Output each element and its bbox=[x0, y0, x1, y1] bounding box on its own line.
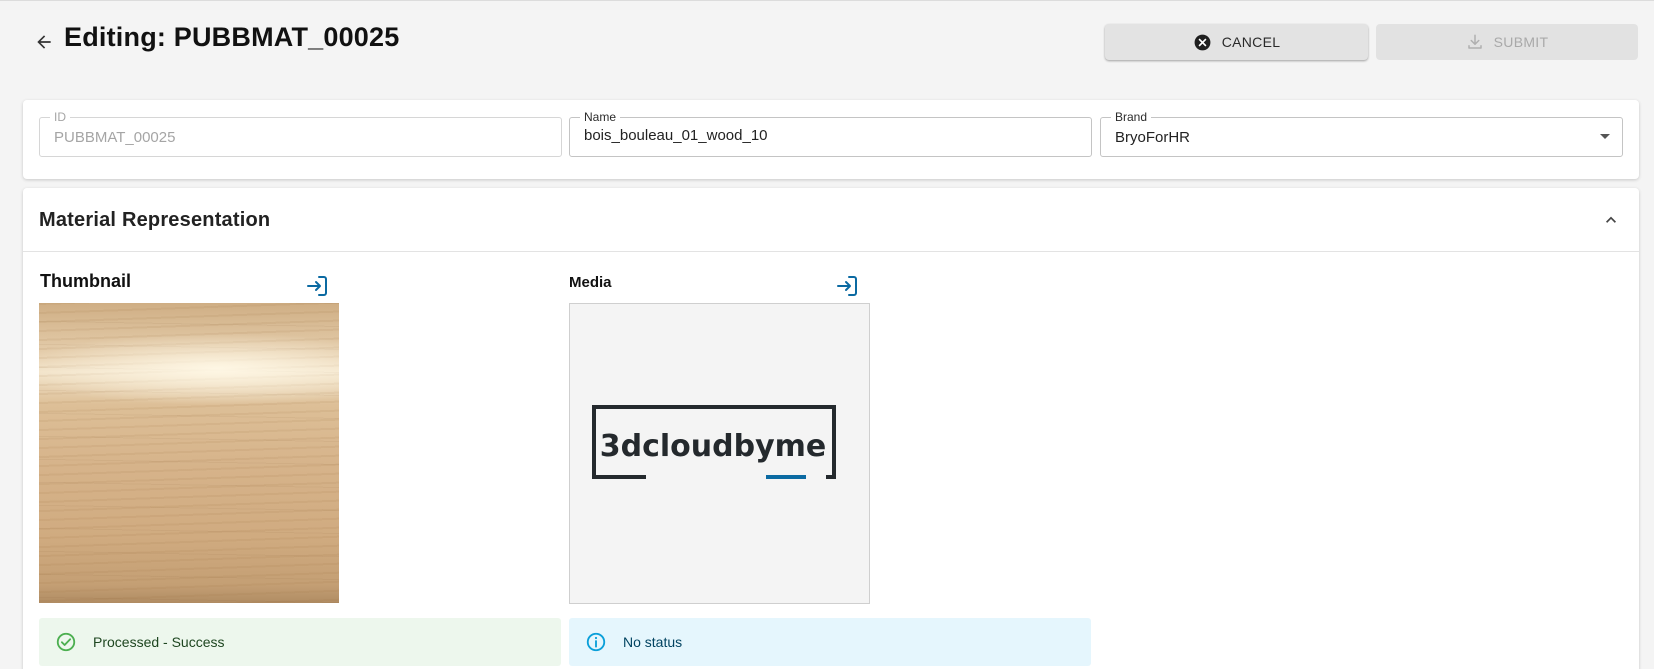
top-divider bbox=[0, 0, 1654, 1]
details-card: ID PUBBMAT_00025 Name Brand BryoForHR bbox=[23, 100, 1639, 179]
thumbnail-status-text: Processed - Success bbox=[93, 634, 225, 650]
submit-label: SUBMIT bbox=[1493, 34, 1549, 50]
id-field-label: ID bbox=[50, 110, 70, 124]
material-representation-card: Material Representation Thumbnail Media … bbox=[23, 188, 1639, 669]
logo-text: 3dcloudbyme bbox=[600, 429, 827, 464]
download-icon bbox=[1467, 34, 1482, 49]
media-status-alert: No status bbox=[569, 618, 1091, 666]
media-label: Media bbox=[569, 274, 612, 291]
dropdown-arrow-icon bbox=[1600, 134, 1610, 139]
arrow-left-icon bbox=[37, 35, 51, 49]
cancel-button[interactable]: CANCEL bbox=[1105, 24, 1368, 60]
chevron-up-icon[interactable] bbox=[1601, 210, 1621, 230]
material-representation-header[interactable]: Material Representation bbox=[23, 188, 1639, 252]
login-icon[interactable] bbox=[835, 274, 859, 298]
name-field[interactable]: Name bbox=[569, 110, 1092, 157]
section-title: Material Representation bbox=[39, 209, 271, 231]
thumbnail-image bbox=[39, 303, 339, 603]
back-button[interactable] bbox=[30, 28, 58, 56]
thumbnail-status-alert: Processed - Success bbox=[39, 618, 561, 666]
submit-button[interactable]: SUBMIT bbox=[1376, 24, 1638, 60]
id-field: ID PUBBMAT_00025 bbox=[39, 110, 562, 157]
info-circle-icon bbox=[586, 632, 606, 652]
page-title: Editing: PUBBMAT_00025 bbox=[64, 22, 400, 52]
brand-field-label: Brand bbox=[1111, 110, 1152, 124]
close-circle-icon bbox=[1194, 34, 1211, 50]
name-field-label: Name bbox=[580, 110, 621, 124]
login-icon[interactable] bbox=[305, 274, 329, 298]
brand-logo: 3dcloudbyme bbox=[592, 405, 836, 479]
name-input[interactable] bbox=[584, 127, 1053, 144]
cancel-label: CANCEL bbox=[1221, 34, 1281, 50]
check-circle-icon bbox=[56, 632, 76, 652]
thumbnail-label: Thumbnail bbox=[40, 271, 131, 291]
id-field-value: PUBBMAT_00025 bbox=[54, 129, 176, 146]
media-status-text: No status bbox=[623, 634, 683, 650]
brand-select[interactable]: Brand BryoForHR bbox=[1100, 110, 1623, 157]
brand-select-value: BryoForHR bbox=[1115, 129, 1191, 146]
media-preview: 3dcloudbyme bbox=[569, 303, 870, 604]
